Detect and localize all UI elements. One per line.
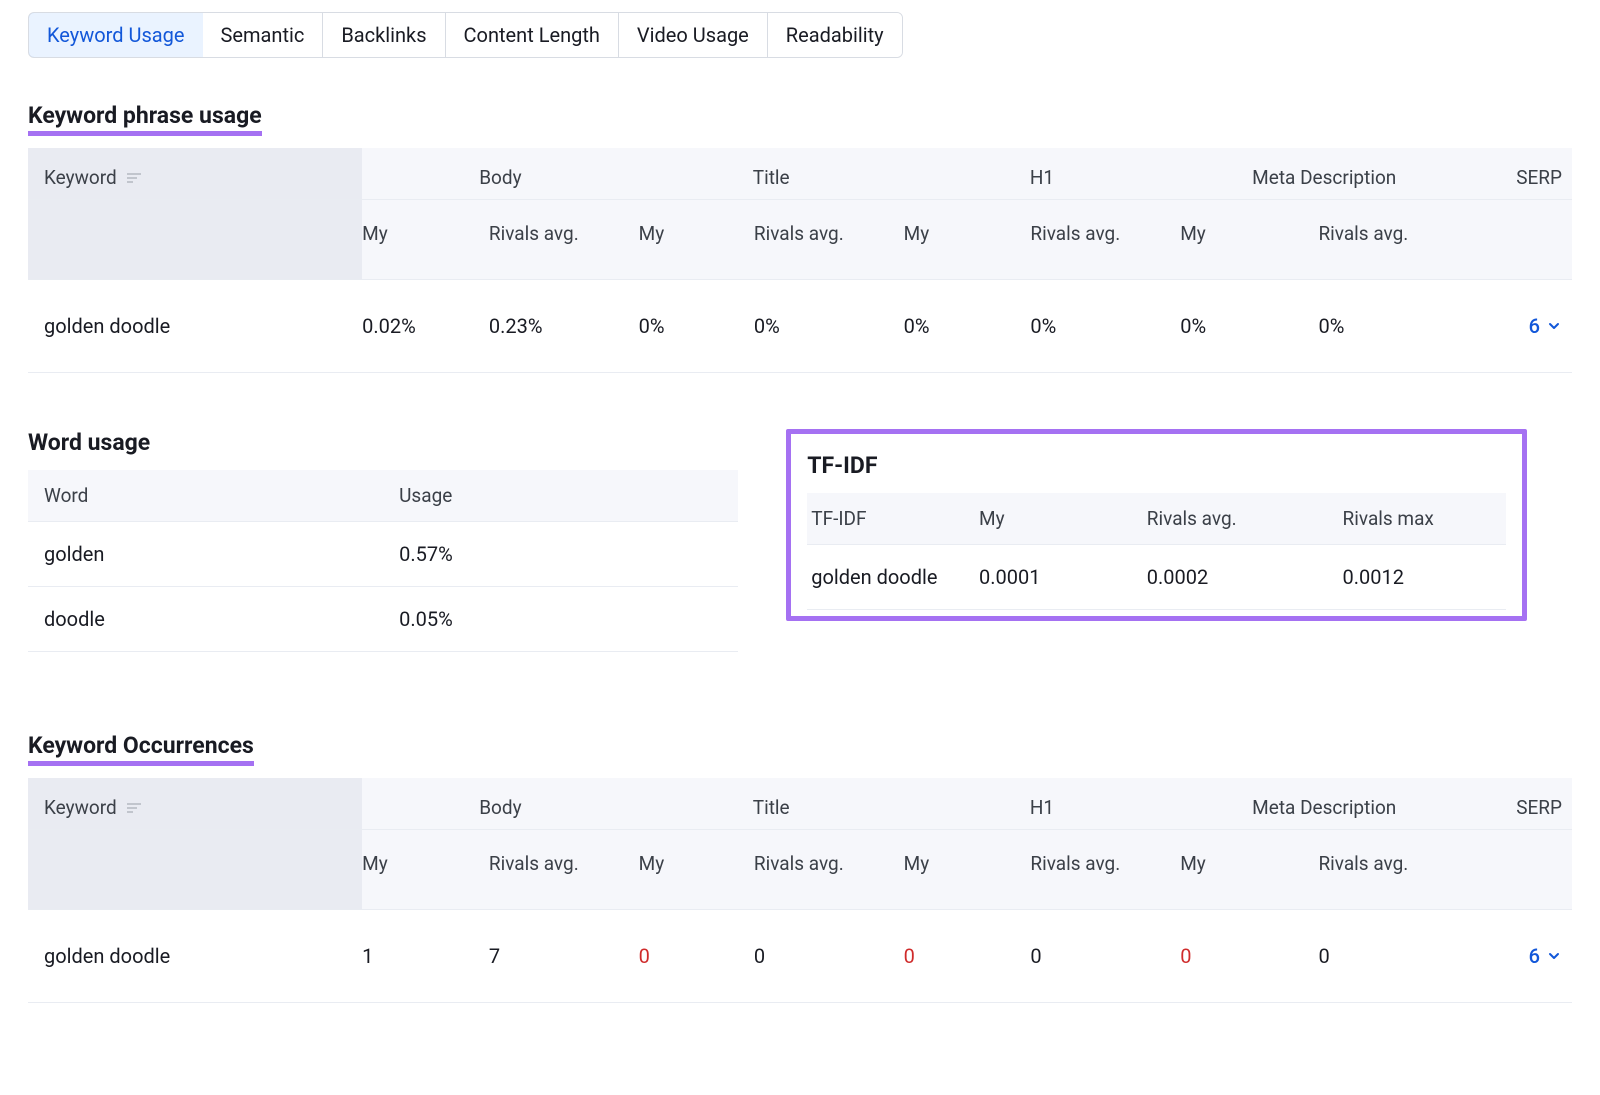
- tab-backlinks[interactable]: Backlinks: [323, 13, 445, 57]
- heading-word-usage: Word usage: [28, 429, 738, 456]
- col-serp: SERP: [1468, 148, 1572, 200]
- serp-value: 6: [1529, 944, 1540, 968]
- cell-title-my: 0%: [639, 280, 754, 373]
- word-usage-table: Word Usage golden 0.57% doodle 0.05%: [28, 470, 738, 652]
- tab-keyword-usage[interactable]: Keyword Usage: [28, 12, 204, 58]
- serp-expand[interactable]: 6: [1529, 314, 1562, 338]
- cell-h1-my: 0%: [904, 280, 1031, 373]
- cell-title-my: 0: [639, 910, 754, 1003]
- cell-my: 0.0001: [975, 545, 1143, 610]
- tfidf-table: TF-IDF My Rivals avg. Rivals max golden …: [807, 493, 1506, 610]
- col-meta: Meta Description: [1180, 148, 1468, 200]
- cell-h1-rv: 0%: [1030, 280, 1180, 373]
- sub-meta-my: My: [1180, 200, 1318, 280]
- col-usage[interactable]: Usage: [383, 470, 738, 522]
- col-rivals-avg: Rivals avg.: [1143, 493, 1339, 545]
- tab-content-length[interactable]: Content Length: [446, 13, 619, 57]
- col-serp: SERP: [1468, 778, 1572, 830]
- heading-tfidf: TF-IDF: [807, 452, 1506, 479]
- sub-body-rv: Rivals avg.: [489, 200, 639, 280]
- col-word[interactable]: Word: [28, 470, 383, 522]
- phrase-usage-table: Keyword Body Title H1 Meta Description S…: [28, 148, 1572, 373]
- cell-term: golden doodle: [807, 545, 975, 610]
- sub-title-rv: Rivals avg.: [754, 200, 904, 280]
- sub-meta-rv: Rivals avg.: [1318, 200, 1468, 280]
- serp-value: 6: [1529, 314, 1540, 338]
- tab-readability[interactable]: Readability: [768, 13, 902, 57]
- cell-meta-rv: 0%: [1318, 280, 1468, 373]
- sub-body-my: My: [362, 200, 489, 280]
- table-row: golden doodle 1 7 0 0 0 0 0 0 6: [28, 910, 1572, 1003]
- col-my: My: [975, 493, 1143, 545]
- report-tabs: Keyword Usage Semantic Backlinks Content…: [28, 12, 903, 58]
- cell-word: golden: [28, 522, 383, 587]
- cell-rivals-max: 0.0012: [1339, 545, 1507, 610]
- cell-title-rv: 0: [754, 910, 904, 1003]
- col-body: Body: [362, 778, 639, 830]
- cell-keyword: golden doodle: [28, 910, 362, 1003]
- heading-phrase-usage: Keyword phrase usage: [28, 102, 262, 136]
- sort-icon: [127, 173, 141, 185]
- col-rivals-max: Rivals max: [1339, 493, 1507, 545]
- col-title: Title: [639, 778, 904, 830]
- table-row: doodle 0.05%: [28, 587, 738, 652]
- tab-video-usage[interactable]: Video Usage: [619, 13, 768, 57]
- cell-keyword: golden doodle: [28, 280, 362, 373]
- table-row: golden doodle 0.0001 0.0002 0.0012: [807, 545, 1506, 610]
- col-title: Title: [639, 148, 904, 200]
- cell-body-my: 0.02%: [362, 280, 489, 373]
- cell-h1-rv: 0: [1030, 910, 1180, 1003]
- tfidf-panel: TF-IDF TF-IDF My Rivals avg. Rivals max: [786, 429, 1527, 621]
- sub-h1-my: My: [904, 200, 1031, 280]
- cell-body-rv: 0.23%: [489, 280, 639, 373]
- heading-occurrences: Keyword Occurrences: [28, 732, 254, 766]
- col-keyword[interactable]: Keyword: [28, 778, 362, 830]
- cell-meta-my: 0: [1180, 910, 1318, 1003]
- cell-meta-my: 0%: [1180, 280, 1318, 373]
- occurrences-table: Keyword Body Title H1 Meta Description S…: [28, 778, 1572, 1003]
- table-row: golden 0.57%: [28, 522, 738, 587]
- sort-icon: [127, 803, 141, 815]
- col-keyword-label: Keyword: [44, 796, 117, 819]
- cell-usage: 0.05%: [383, 587, 738, 652]
- cell-usage: 0.57%: [383, 522, 738, 587]
- col-keyword[interactable]: Keyword: [28, 148, 362, 200]
- cell-body-rv: 7: [489, 910, 639, 1003]
- cell-rivals-avg: 0.0002: [1143, 545, 1339, 610]
- cell-meta-rv: 0: [1318, 910, 1468, 1003]
- serp-expand[interactable]: 6: [1529, 944, 1562, 968]
- sub-h1-rv: Rivals avg.: [1030, 200, 1180, 280]
- sub-title-my: My: [639, 200, 754, 280]
- cell-h1-my: 0: [904, 910, 1031, 1003]
- col-h1: H1: [904, 778, 1181, 830]
- cell-word: doodle: [28, 587, 383, 652]
- cell-body-my: 1: [362, 910, 489, 1003]
- tab-semantic[interactable]: Semantic: [203, 13, 324, 57]
- cell-title-rv: 0%: [754, 280, 904, 373]
- col-keyword-label: Keyword: [44, 166, 117, 189]
- col-meta: Meta Description: [1180, 778, 1468, 830]
- col-h1: H1: [904, 148, 1181, 200]
- table-row: golden doodle 0.02% 0.23% 0% 0% 0% 0% 0%…: [28, 280, 1572, 373]
- col-tfidf: TF-IDF: [807, 493, 975, 545]
- col-body: Body: [362, 148, 639, 200]
- chevron-down-icon: [1546, 318, 1562, 334]
- chevron-down-icon: [1546, 948, 1562, 964]
